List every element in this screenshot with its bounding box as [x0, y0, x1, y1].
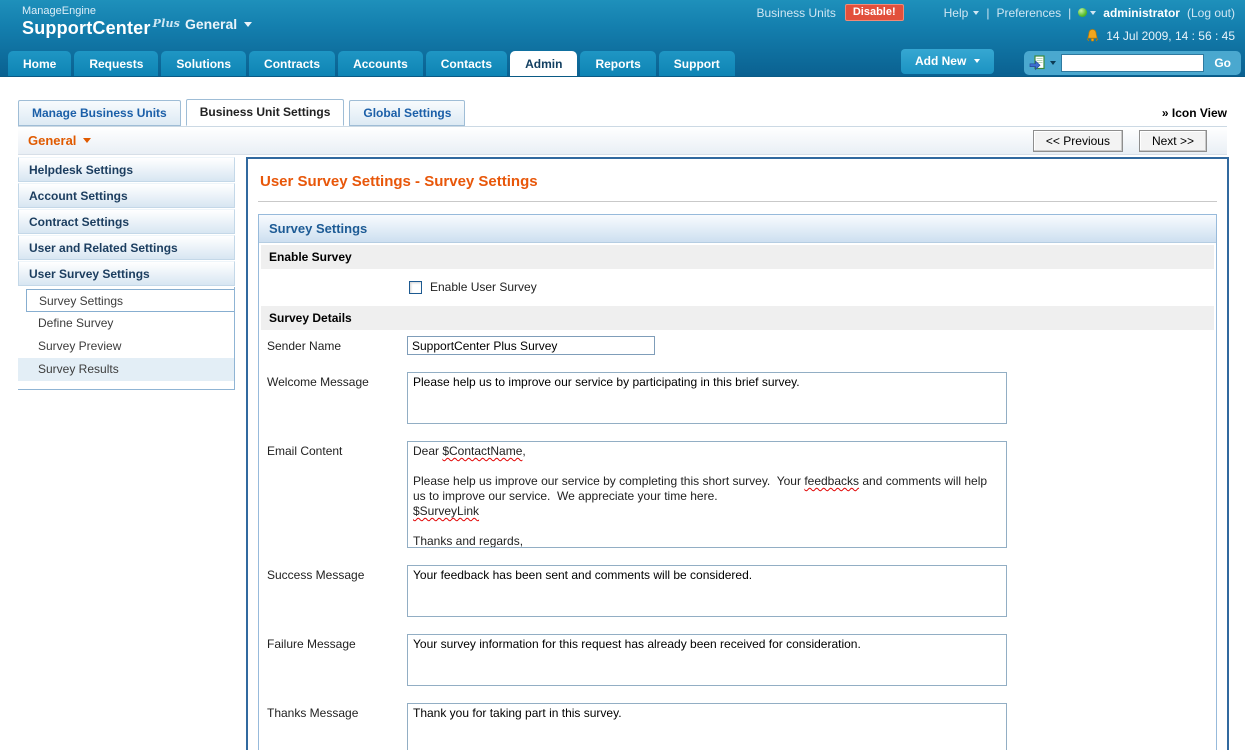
toolbar-business-unit-dropdown[interactable]: General: [28, 133, 92, 148]
business-units-label: Business Units: [756, 5, 836, 20]
section-enable-survey: Enable Survey: [261, 245, 1214, 269]
submenu-item-survey-preview[interactable]: Survey Preview: [18, 335, 234, 358]
settings-sidebar: Helpdesk Settings Account Settings Contr…: [18, 157, 235, 390]
subtab-manage-business-units[interactable]: Manage Business Units: [18, 100, 181, 126]
presence-status-icon: [1078, 8, 1088, 17]
logo-product: SupportCenter Plus: [22, 16, 181, 39]
logo-edition: Plus: [152, 16, 181, 30]
thanks-message-label: Thanks Message: [267, 706, 359, 720]
sender-name-input[interactable]: [407, 336, 655, 355]
toolbar-business-unit-label: General: [28, 133, 77, 148]
chevron-down-icon: [974, 59, 981, 63]
submenu-item-define-survey[interactable]: Define Survey: [18, 312, 234, 335]
panel-header: Survey Settings: [259, 215, 1216, 243]
tab-contacts[interactable]: Contacts: [425, 51, 508, 76]
chevron-down-icon: [1050, 61, 1057, 65]
presence-menu[interactable]: [1078, 8, 1097, 17]
subtab-business-unit-settings[interactable]: Business Unit Settings: [185, 99, 345, 126]
failure-message-row: Failure Message Your survey information …: [259, 630, 1216, 699]
email-content-box[interactable]: Dear $ContactName, Please help us improv…: [407, 441, 1007, 548]
username: administrator: [1103, 5, 1180, 20]
add-new-label: Add New: [914, 54, 967, 68]
main-nav: Home Requests Solutions Contracts Accoun…: [8, 49, 1241, 76]
search-go-button[interactable]: Go: [1209, 56, 1236, 70]
welcome-message-row: Welcome Message Please help us to improv…: [259, 368, 1216, 437]
section-survey-details: Survey Details: [261, 306, 1214, 330]
banner-right: Business Units Disable! Help | Preferenc…: [756, 4, 1235, 43]
thanks-message-textarea[interactable]: Thank you for taking part in this survey…: [407, 703, 1007, 750]
chevron-down-icon: [83, 138, 92, 143]
failure-message-textarea[interactable]: Your survey information for this request…: [407, 634, 1007, 686]
enable-survey-row: Enable User Survey: [259, 271, 1216, 304]
current-datetime: 14 Jul 2009, 14 : 56 : 45: [1106, 28, 1235, 43]
search-scope-icon: [1029, 55, 1045, 71]
sidebar-item-contract-settings[interactable]: Contract Settings: [18, 209, 235, 234]
icon-view-link[interactable]: » Icon View: [1162, 106, 1227, 120]
sender-name-label: Sender Name: [267, 339, 342, 353]
previous-button[interactable]: << Previous: [1032, 129, 1123, 152]
logout-link[interactable]: (Log out): [1187, 6, 1235, 20]
page-title: User Survey Settings - Survey Settings: [260, 173, 538, 190]
enable-user-survey-label: Enable User Survey: [430, 280, 537, 294]
help-label: Help: [943, 5, 969, 20]
preferences-link[interactable]: Preferences: [996, 6, 1061, 20]
tab-admin[interactable]: Admin: [510, 51, 578, 76]
separator: |: [1068, 5, 1072, 20]
main-layout: Helpdesk Settings Account Settings Contr…: [18, 157, 1245, 750]
top-banner: ManageEngine SupportCenter Plus General B…: [0, 0, 1245, 77]
survey-settings-panel: Survey Settings Enable Survey Enable Use…: [258, 214, 1217, 750]
welcome-message-textarea[interactable]: Please help us to improve our service by…: [407, 372, 1007, 424]
disable-button[interactable]: Disable!: [844, 4, 904, 21]
app-logo: ManageEngine SupportCenter Plus: [22, 5, 180, 38]
welcome-message-label: Welcome Message: [267, 375, 369, 389]
survey-settings-submenu: Survey Settings Define Survey Survey Pre…: [18, 287, 235, 390]
sidebar-item-account-settings[interactable]: Account Settings: [18, 183, 235, 208]
next-button[interactable]: Next >>: [1138, 129, 1207, 152]
subtab-global-settings[interactable]: Global Settings: [349, 100, 466, 126]
sender-name-row: Sender Name: [259, 332, 1216, 368]
separator: |: [986, 5, 990, 20]
chevron-down-icon: [244, 21, 253, 27]
business-unit-dropdown-label: General: [185, 16, 238, 32]
tab-contracts[interactable]: Contracts: [249, 51, 336, 76]
success-message-label: Success Message: [267, 568, 365, 582]
tab-solutions[interactable]: Solutions: [161, 51, 247, 76]
pager: << Previous Next >>: [1032, 129, 1207, 152]
sidebar-item-helpdesk-settings[interactable]: Helpdesk Settings: [18, 157, 235, 182]
chevron-down-icon: [973, 10, 980, 15]
alarm-bell-icon[interactable]: [1085, 28, 1100, 43]
tab-support[interactable]: Support: [658, 51, 735, 76]
logo-company: ManageEngine: [22, 5, 97, 17]
help-menu[interactable]: Help: [944, 6, 980, 20]
tab-accounts[interactable]: Accounts: [338, 51, 423, 76]
sidebar-item-user-and-related-settings[interactable]: User and Related Settings: [18, 235, 235, 260]
business-unit-toolbar: General << Previous Next >>: [18, 126, 1227, 155]
business-unit-dropdown[interactable]: General: [185, 16, 253, 32]
logo-product-name: SupportCenter: [22, 17, 151, 38]
enable-user-survey-checkbox[interactable]: [409, 280, 422, 294]
add-new-button[interactable]: Add New: [900, 49, 995, 74]
failure-message-label: Failure Message: [267, 637, 356, 651]
email-content-row: Email Content Dear $ContactName, Please …: [259, 437, 1216, 561]
submenu-item-survey-settings[interactable]: Survey Settings: [26, 289, 234, 312]
title-divider: [258, 201, 1217, 202]
search-input[interactable]: [1061, 54, 1205, 72]
tab-reports[interactable]: Reports: [580, 51, 656, 76]
content-panel: User Survey Settings - Survey Settings S…: [246, 157, 1229, 750]
admin-subtabs: Manage Business Units Business Unit Sett…: [18, 99, 1227, 126]
submenu-item-survey-results[interactable]: Survey Results: [18, 358, 234, 381]
success-message-textarea[interactable]: Your feedback has been sent and comments…: [407, 565, 1007, 617]
global-search: Go: [1024, 51, 1241, 75]
tab-home[interactable]: Home: [8, 51, 72, 76]
search-category-dropdown[interactable]: [1029, 55, 1057, 71]
chevron-down-icon: [1090, 10, 1097, 15]
success-message-row: Success Message Your feedback has been s…: [259, 561, 1216, 630]
sidebar-item-user-survey-settings[interactable]: User Survey Settings: [18, 261, 235, 286]
tab-requests[interactable]: Requests: [74, 51, 159, 76]
thanks-message-row: Thanks Message Thank you for taking part…: [259, 699, 1216, 750]
email-content-label: Email Content: [267, 444, 343, 458]
